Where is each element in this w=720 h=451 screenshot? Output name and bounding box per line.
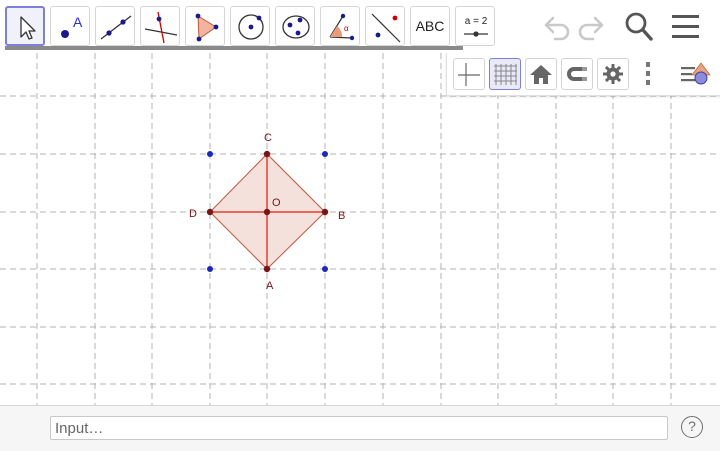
- gear-icon: [603, 64, 623, 84]
- perpendicular-tool-button[interactable]: [140, 6, 180, 46]
- undo-icon: [544, 16, 570, 41]
- text-tool-button[interactable]: ABC: [410, 6, 450, 46]
- text-icon: ABC: [415, 18, 445, 34]
- reflect-tool-button[interactable]: [365, 6, 405, 46]
- more-vertical-icon: [646, 62, 650, 85]
- ellipse-icon: [282, 15, 310, 39]
- home-icon: [530, 65, 552, 84]
- circle-tool-button[interactable]: [230, 6, 270, 46]
- label-a: A: [266, 280, 274, 292]
- axes-icon: [458, 63, 480, 86]
- angle-icon: α: [329, 13, 355, 41]
- slider-icon: a = 2: [464, 16, 488, 37]
- graphics-view[interactable]: C B A D O: [0, 53, 720, 405]
- ellipse-tool-button[interactable]: [275, 6, 315, 46]
- move-arrow-icon: [20, 16, 36, 40]
- point-o[interactable]: [263, 208, 271, 216]
- help-icon: ?: [688, 418, 696, 434]
- toggle-axes-button[interactable]: [453, 58, 485, 90]
- undo-button[interactable]: [537, 8, 573, 44]
- main-menu-button[interactable]: [668, 8, 704, 44]
- graphics-settings-button[interactable]: [597, 58, 629, 90]
- angle-tool-button[interactable]: α: [320, 6, 360, 46]
- toggle-algebra-view-button[interactable]: [679, 58, 713, 90]
- aux-point[interactable]: [207, 151, 213, 157]
- point-tool-button[interactable]: A: [50, 6, 90, 46]
- main-toolbar: A α ABC a = 2: [0, 0, 720, 53]
- search-button[interactable]: [620, 8, 656, 44]
- more-options-button[interactable]: [641, 61, 655, 89]
- point-capturing-button[interactable]: [561, 58, 593, 90]
- toolbar-scroll-indicator: [5, 46, 463, 50]
- svg-text:α: α: [344, 24, 349, 33]
- graphics-style-bar: [446, 53, 720, 96]
- input-help-button[interactable]: ?: [681, 416, 703, 438]
- polygon-tool-button[interactable]: [185, 6, 225, 46]
- label-d: D: [189, 208, 197, 220]
- point-icon: A: [61, 14, 83, 38]
- label-c: C: [264, 132, 272, 144]
- input-bar: [0, 405, 720, 451]
- slider-tool-button[interactable]: a = 2: [455, 6, 495, 46]
- standard-view-button[interactable]: [525, 58, 557, 90]
- line-tool-button[interactable]: [95, 6, 135, 46]
- perpendicular-line-icon: [144, 11, 178, 44]
- point-b[interactable]: [321, 208, 329, 216]
- point-a[interactable]: [263, 265, 271, 273]
- svg-text:a = 2: a = 2: [465, 16, 488, 27]
- reflect-point-icon: [371, 13, 401, 43]
- point-d[interactable]: [206, 208, 214, 216]
- label-b: B: [338, 210, 345, 222]
- redo-icon: [578, 16, 604, 41]
- point-c[interactable]: [263, 150, 271, 158]
- grid: [0, 53, 720, 405]
- aux-point[interactable]: [322, 266, 328, 272]
- line-icon: [100, 15, 132, 40]
- aux-point[interactable]: [322, 151, 328, 157]
- magnet-icon: [567, 67, 587, 81]
- svg-text:A: A: [73, 14, 83, 30]
- menu-icon: [672, 15, 699, 38]
- redo-button[interactable]: [575, 8, 611, 44]
- graphics-canvas[interactable]: C B A D O: [0, 53, 720, 405]
- grid-icon: [494, 64, 517, 85]
- search-icon: [625, 12, 653, 41]
- algebra-input-field[interactable]: [50, 416, 668, 440]
- circle-center-icon: [238, 14, 264, 40]
- label-o: O: [272, 197, 281, 209]
- move-tool-button[interactable]: [5, 6, 45, 46]
- polygon-icon: [195, 13, 219, 42]
- toggle-grid-button[interactable]: [489, 58, 521, 90]
- algebra-view-toggle-icon: [681, 62, 711, 85]
- aux-point[interactable]: [207, 266, 213, 272]
